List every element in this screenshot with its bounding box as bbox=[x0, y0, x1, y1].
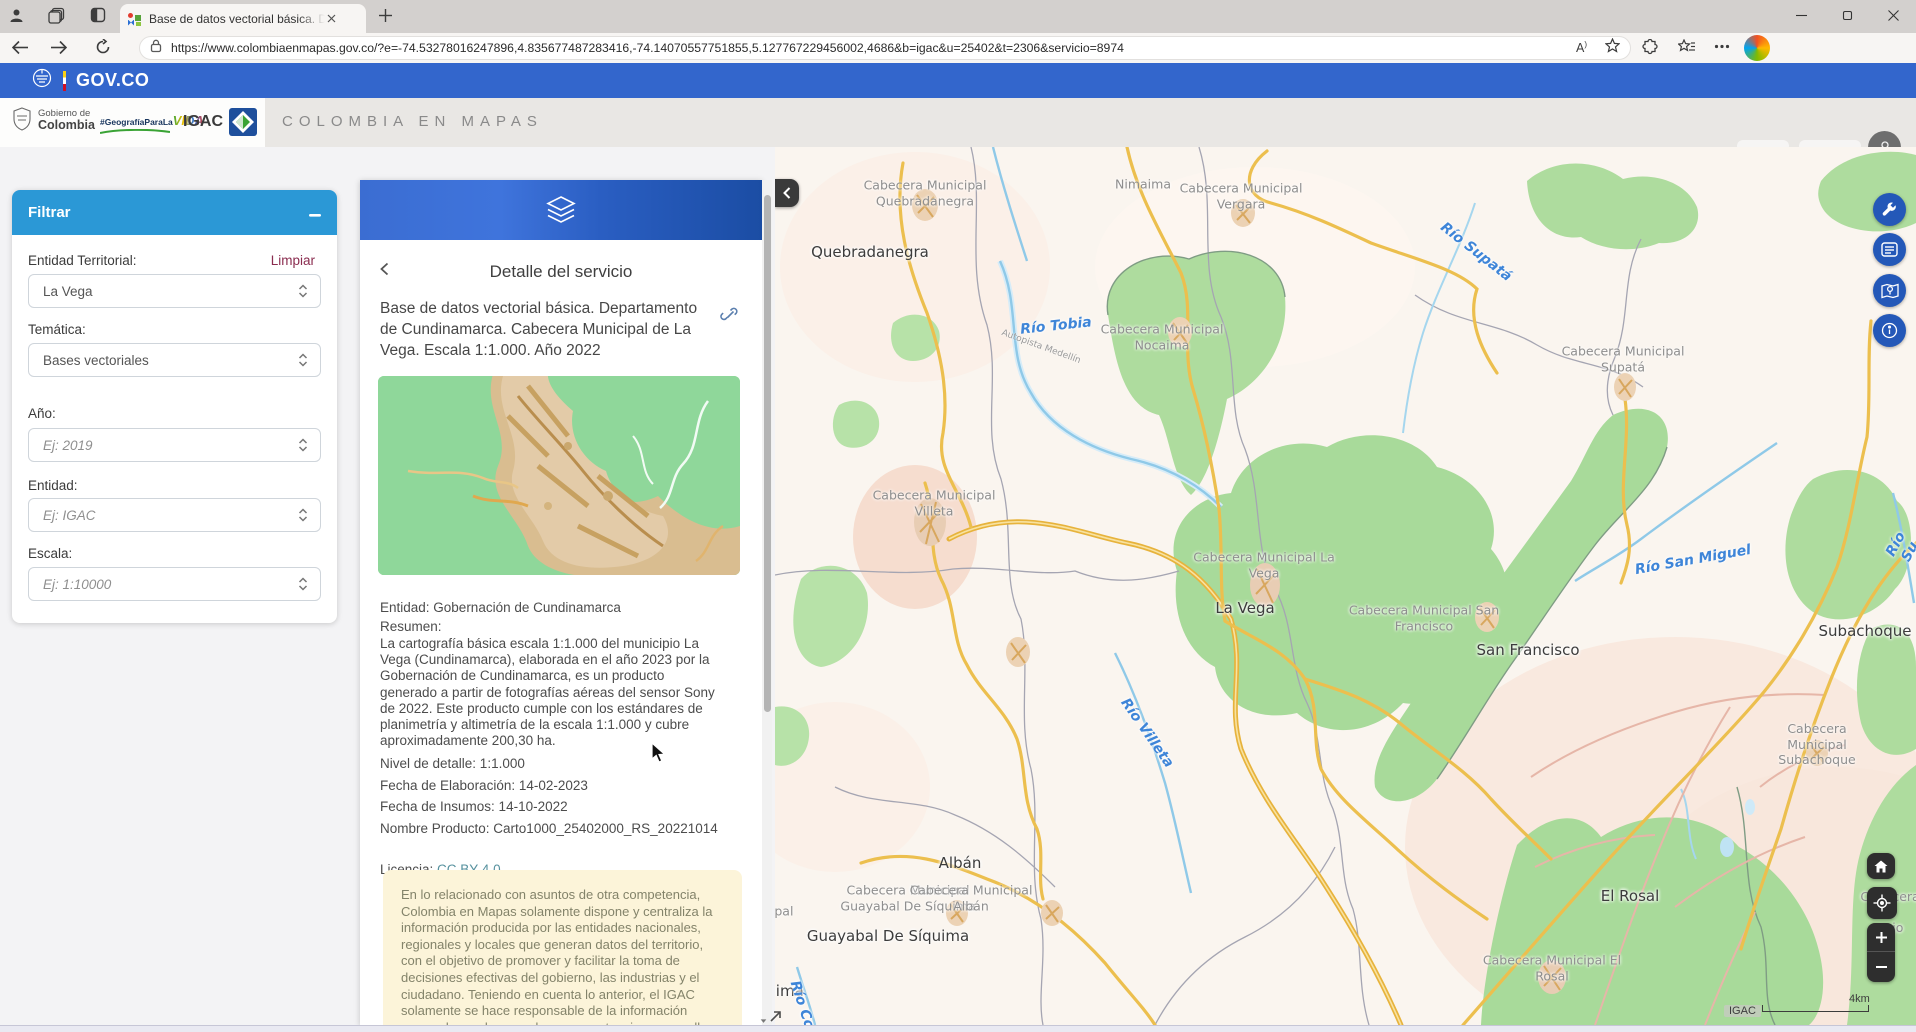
share-link-icon[interactable] bbox=[720, 305, 738, 328]
home-button[interactable] bbox=[1867, 853, 1895, 879]
detail-heading: Detalle del servicio bbox=[360, 262, 762, 282]
detail-metadata-list: Nivel de detalle: 1:1.000Fecha de Elabor… bbox=[380, 756, 718, 842]
copilot-icon[interactable] bbox=[1744, 35, 1770, 61]
chevron-updown-icon bbox=[298, 284, 308, 298]
disclaimer-notice: En lo relacionado con asuntos de otra co… bbox=[383, 870, 742, 1025]
window-maximize-button[interactable] bbox=[1824, 0, 1870, 30]
mouse-cursor bbox=[651, 742, 669, 764]
clear-filters-link[interactable]: Limpiar bbox=[271, 253, 315, 268]
map-viewport[interactable]: Cabecera Municipal QuebradanegraQuebrada… bbox=[775, 147, 1916, 1025]
caret-down-icon bbox=[760, 1018, 768, 1024]
workspaces-icon[interactable] bbox=[90, 7, 106, 23]
detail-scrollbar[interactable] bbox=[762, 180, 772, 1025]
chevron-updown-icon bbox=[298, 508, 308, 522]
layers-icon bbox=[544, 195, 578, 225]
field-label: Escala: bbox=[28, 546, 72, 561]
zoom-out-button[interactable] bbox=[1867, 952, 1895, 981]
chevron-updown-icon bbox=[298, 438, 308, 452]
tab-title: Base de datos vectorial básica. De bbox=[149, 12, 325, 26]
favorites-bar-icon[interactable] bbox=[1678, 39, 1696, 55]
scale-select[interactable]: Ej: 1:10000 bbox=[28, 567, 321, 601]
refresh-icon[interactable] bbox=[95, 39, 111, 55]
window-bottom-edge bbox=[0, 1025, 1916, 1032]
field-label: Entidad Territorial: bbox=[28, 253, 137, 268]
map-canvas bbox=[775, 147, 1916, 1025]
service-detail-panel: Detalle del servicio Base de datos vecto… bbox=[360, 180, 762, 1025]
favorite-star-icon[interactable] bbox=[1605, 38, 1620, 58]
govco-logo-text[interactable]: GOV.CO bbox=[76, 70, 149, 91]
lock-icon bbox=[150, 39, 162, 58]
igac-logo[interactable]: IGAC bbox=[183, 107, 258, 137]
scale-label: 4km bbox=[1849, 993, 1870, 1005]
window-close-button[interactable] bbox=[1870, 0, 1916, 30]
site-favicon bbox=[128, 12, 142, 26]
tab-actions-icon[interactable] bbox=[48, 7, 65, 24]
detail-resumen-text: La cartografía básica escala 1:1.000 del… bbox=[380, 636, 725, 749]
forward-icon[interactable] bbox=[50, 40, 67, 55]
basemap-button[interactable] bbox=[1873, 274, 1906, 307]
expand-arrow-icon bbox=[768, 1009, 783, 1024]
site-title: COLOMBIA EN MAPAS bbox=[282, 113, 543, 130]
panel-collapse-chevron-icon[interactable] bbox=[775, 179, 799, 207]
scale-bar bbox=[1762, 1005, 1869, 1012]
metadata-line: Nombre Producto: Carto1000_25402000_RS_2… bbox=[380, 821, 718, 836]
territorial-entity-select[interactable]: La Vega bbox=[28, 274, 321, 308]
detail-resumen-label: Resumen: bbox=[380, 619, 442, 634]
chevron-updown-icon bbox=[298, 577, 308, 591]
metadata-line: Fecha de Elaboración: 14-02-2023 bbox=[380, 778, 718, 793]
profile-icon[interactable] bbox=[8, 7, 25, 24]
zoom-in-button[interactable] bbox=[1867, 923, 1895, 952]
field-label: Temática: bbox=[28, 322, 86, 337]
url-text: https://www.colombiaenmapas.gov.co/?e=-7… bbox=[171, 41, 1261, 55]
map-attribution: IGAC bbox=[1724, 1005, 1761, 1017]
url-bar[interactable]: https://www.colombiaenmapas.gov.co/?e=-7… bbox=[139, 36, 1631, 60]
detail-entity: Entidad: Gobernación de Cundinamarca bbox=[380, 600, 621, 615]
window-minimize-button[interactable] bbox=[1778, 0, 1824, 30]
extensions-icon[interactable] bbox=[1642, 39, 1659, 56]
service-thumbnail[interactable] bbox=[378, 376, 740, 575]
govco-bar: GOV.CO bbox=[0, 63, 1916, 98]
entity-select[interactable]: Ej: IGAC bbox=[28, 498, 321, 532]
scrollbar-thumb[interactable] bbox=[764, 195, 771, 712]
browser-tab-strip: Base de datos vectorial básica. De bbox=[0, 0, 1916, 33]
field-label: Año: bbox=[28, 406, 56, 421]
year-select[interactable]: Ej: 2019 bbox=[28, 428, 321, 462]
govco-emblem-icon bbox=[30, 66, 54, 95]
browser-tab[interactable]: Base de datos vectorial básica. De bbox=[120, 4, 366, 33]
metadata-line: Fecha de Insumos: 14-10-2022 bbox=[380, 799, 718, 814]
collapse-icon[interactable] bbox=[309, 204, 321, 222]
panel-resize-control[interactable] bbox=[760, 1004, 790, 1024]
service-title: Base de datos vectorial básica. Departam… bbox=[380, 298, 710, 361]
field-label: Entidad: bbox=[28, 478, 78, 493]
read-aloud-icon[interactable]: A) bbox=[1576, 40, 1587, 55]
theme-select[interactable]: Bases vectoriales bbox=[28, 343, 321, 377]
back-icon[interactable] bbox=[12, 40, 29, 55]
filter-title: Filtrar bbox=[28, 204, 71, 221]
new-tab-icon[interactable] bbox=[378, 8, 393, 23]
info-button[interactable] bbox=[1873, 314, 1906, 347]
filter-panel-header[interactable]: Filtrar bbox=[12, 190, 337, 235]
tab-close-icon[interactable] bbox=[327, 10, 336, 28]
flag-divider bbox=[63, 71, 66, 91]
filter-panel: Filtrar Entidad Territorial: Limpiar La … bbox=[12, 190, 337, 623]
zoom-controls bbox=[1867, 923, 1895, 982]
locate-button[interactable] bbox=[1867, 887, 1897, 919]
chevron-updown-icon bbox=[298, 353, 308, 367]
gobierno-logo[interactable]: Gobierno de Colombia bbox=[12, 106, 95, 131]
legend-button[interactable] bbox=[1873, 233, 1906, 266]
tools-button[interactable] bbox=[1873, 193, 1906, 226]
detail-panel-banner bbox=[360, 180, 762, 240]
settings-more-icon[interactable] bbox=[1714, 44, 1730, 49]
